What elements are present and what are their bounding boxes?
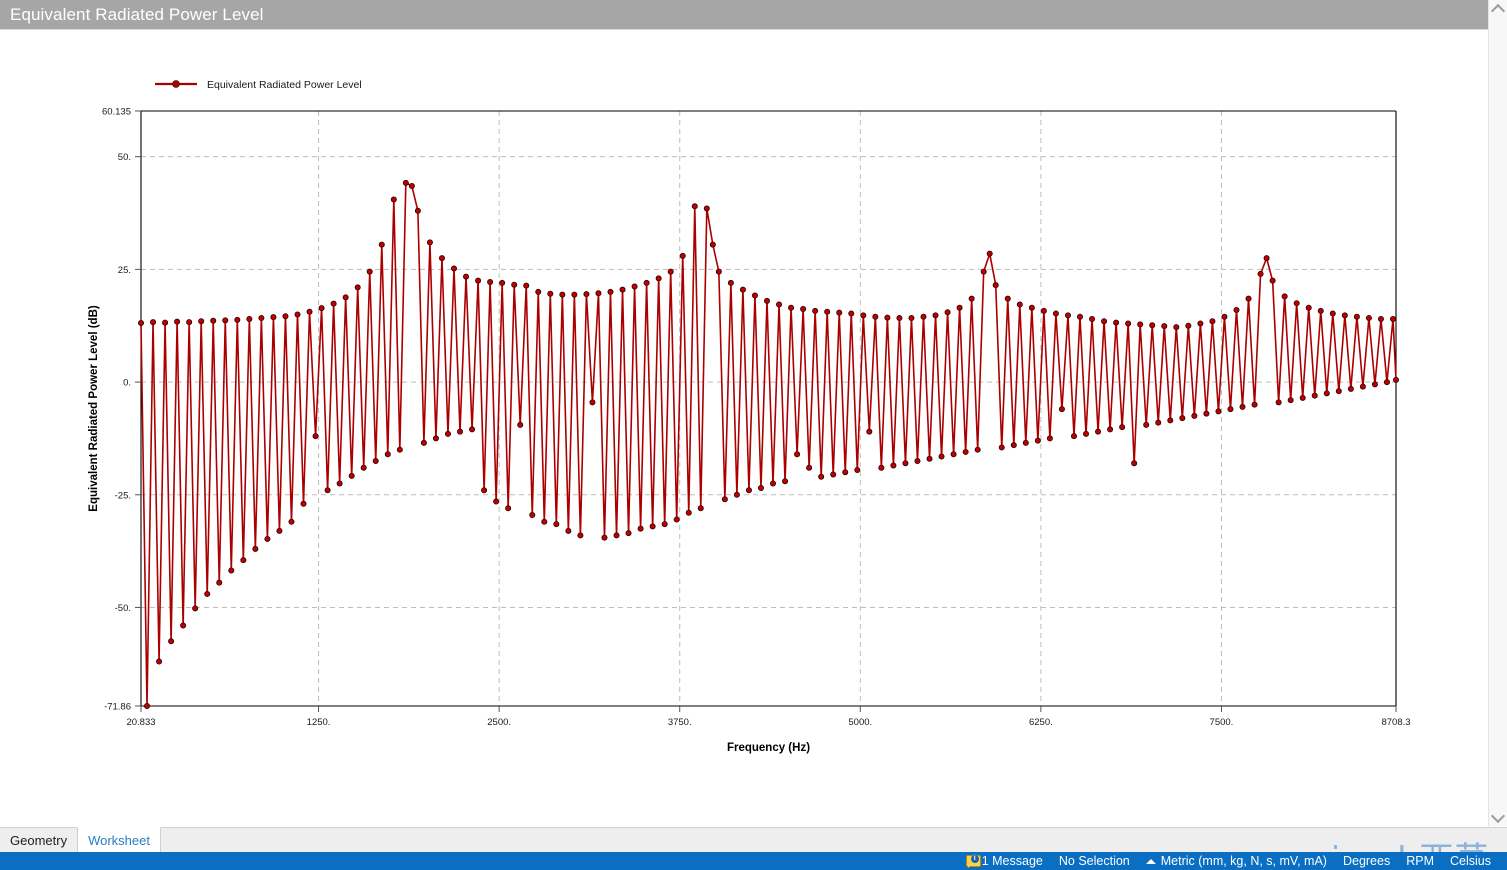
chevron-up-icon — [1490, 3, 1506, 18]
scroll-down-button[interactable] — [1489, 808, 1507, 826]
svg-text:-50.: -50. — [115, 603, 131, 614]
application-window: Equivalent Radiated Power Level 60.135 50… — [0, 0, 1507, 870]
status-rotation: RPM — [1406, 854, 1434, 868]
svg-text:3750.: 3750. — [668, 717, 692, 728]
status-units-label: Metric (mm, kg, N, s, mV, mA) — [1160, 854, 1327, 868]
legend-label: Equivalent Radiated Power Level — [207, 79, 362, 91]
svg-text:0.: 0. — [123, 378, 131, 389]
chevron-down-icon — [1490, 808, 1506, 823]
bottom-tab-strip: Geometry Worksheet — [0, 827, 1507, 853]
status-selection: No Selection — [1058, 854, 1130, 868]
svg-text:25.: 25. — [118, 265, 131, 276]
svg-text:-25.: -25. — [115, 490, 131, 501]
svg-text:60.135: 60.135 — [102, 107, 131, 118]
status-temperature: Celsius — [1450, 854, 1491, 868]
equivalent-radiated-power-chart[interactable]: 60.135 50. 25. 0. -25. -50. -71.86 20.833 1250. 2… — [0, 30, 1489, 827]
status-units[interactable]: Metric (mm, kg, N, s, mV, mA) — [1145, 854, 1327, 868]
svg-text:50.: 50. — [118, 152, 131, 163]
window-title-bar: Equivalent Radiated Power Level — [0, 0, 1489, 29]
vertical-scrollbar[interactable] — [1488, 0, 1507, 826]
svg-text:20.833: 20.833 — [126, 717, 155, 728]
page-title: Equivalent Radiated Power Level — [10, 4, 264, 24]
status-angle: Degrees — [1342, 854, 1391, 868]
tab-worksheet[interactable]: Worksheet — [77, 827, 161, 853]
svg-text:1250.: 1250. — [307, 717, 331, 728]
info-message-icon: i — [965, 855, 981, 868]
svg-text:5000.: 5000. — [848, 717, 872, 728]
svg-text:2500.: 2500. — [487, 717, 511, 728]
caret-up-icon — [1145, 858, 1156, 864]
svg-text:Frequency (Hz): Frequency (Hz) — [727, 742, 810, 754]
chart-canvas: 60.135 50. 25. 0. -25. -50. -71.86 20.833 1250. 2… — [0, 29, 1489, 827]
status-message[interactable]: i 1 Message — [965, 854, 1043, 868]
status-message-label: 1 Message — [981, 854, 1043, 868]
series-line — [140, 182, 1397, 707]
svg-text:6250.: 6250. — [1029, 717, 1053, 728]
svg-text:Equivalent Radiated Power Leve: Equivalent Radiated Power Level (dB) — [88, 305, 100, 512]
tab-geometry[interactable]: Geometry — [0, 828, 78, 853]
scroll-up-button[interactable] — [1489, 0, 1507, 18]
svg-text:8708.3: 8708.3 — [1381, 717, 1410, 728]
svg-text:-71.86: -71.86 — [104, 702, 131, 713]
status-bar: i 1 Message No Selection Metric (mm, kg,… — [0, 852, 1507, 870]
svg-text:7500.: 7500. — [1210, 717, 1234, 728]
